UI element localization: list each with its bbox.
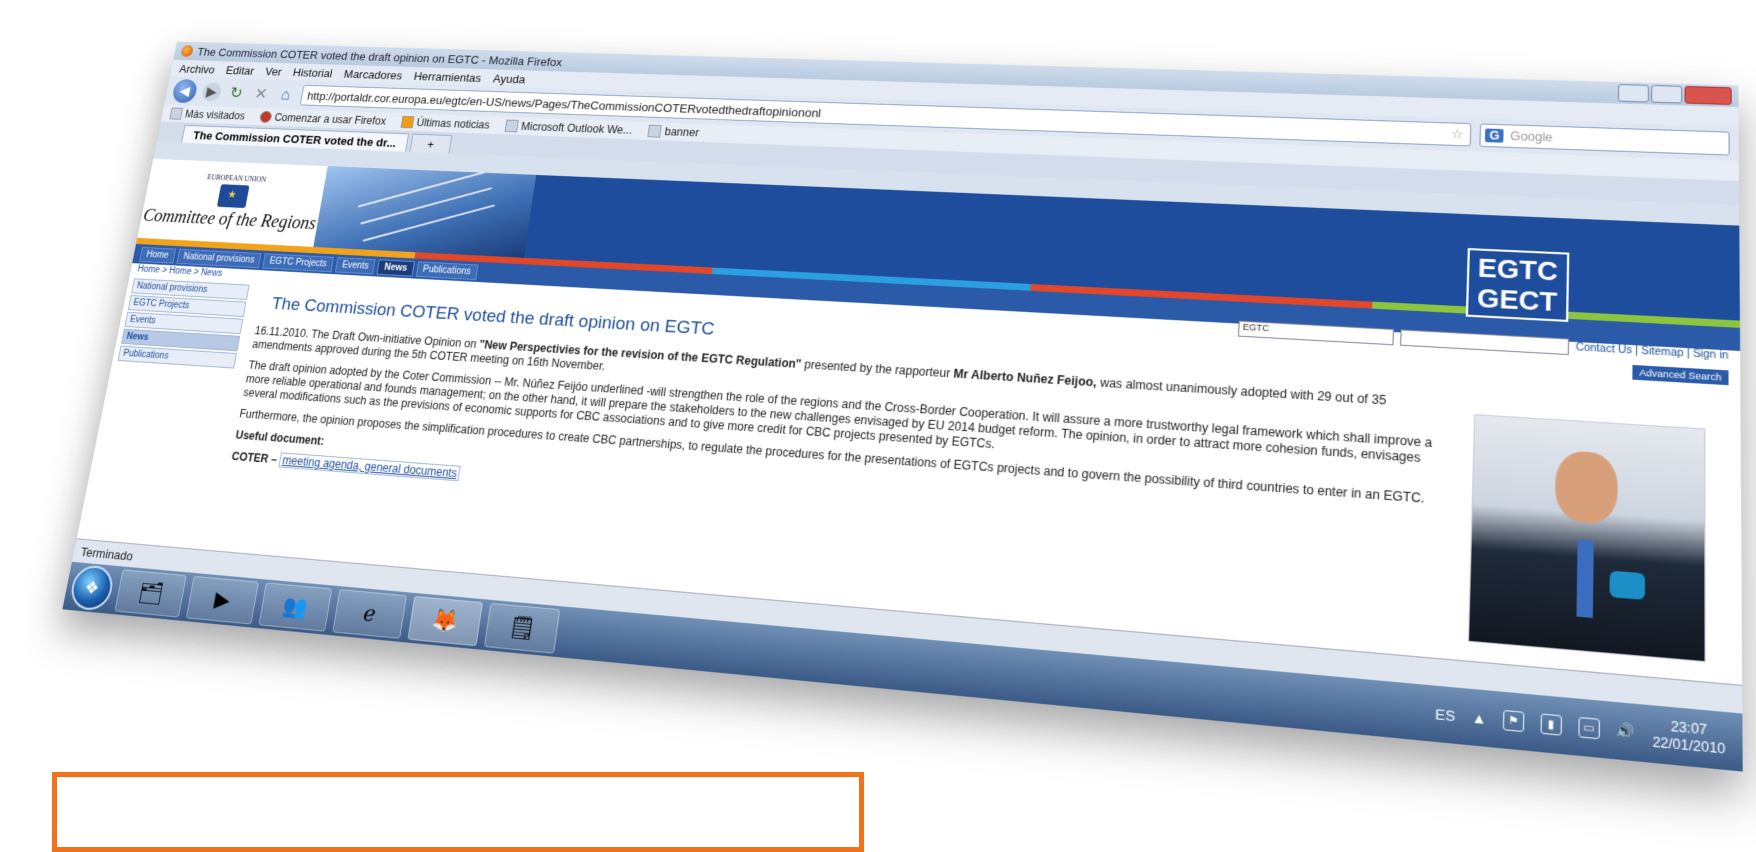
home-icon[interactable]: ⌂ [275,85,297,103]
stop-icon[interactable]: ✕ [250,85,272,103]
coter-prefix: COTER – [230,449,279,467]
battery-icon[interactable]: ▮ [1540,713,1562,736]
search-placeholder: Google [1510,129,1553,145]
menu-historial[interactable]: Historial [292,65,333,79]
left-navigation: National provisions EGTC Projects Events… [117,278,250,370]
bookmark-label: Comenzar a usar Firefox [273,111,387,128]
nav-egtc-projects[interactable]: EGTC Projects [262,252,335,272]
menu-ayuda[interactable]: Ayuda [492,72,526,86]
bookmark-label: banner [663,125,700,140]
firefox-window: The Commission COTER voted the draft opi… [62,41,1743,772]
screenshot-stage: The Commission COTER voted the draft opi… [0,0,1756,852]
nav-home[interactable]: Home [139,246,176,264]
search-box[interactable]: G Google [1479,123,1730,156]
bridge-photo [313,166,537,258]
site-logo[interactable]: EUROPEAN UNION Committee of the Regions [137,158,328,247]
microphone-shape [1609,570,1646,600]
rss-icon [400,115,415,129]
notepad-icon[interactable]: 🗒 [483,602,561,654]
person-head-shape [1554,449,1618,526]
tab-active[interactable]: The Commission COTER voted the dr... [181,124,410,152]
maximize-button[interactable] [1651,84,1683,104]
forward-button[interactable]: ▶ [200,82,223,102]
egtc-line1: EGTC [1477,252,1559,287]
media-player-icon[interactable]: ▶ [185,575,259,625]
rapporteur-photo [1467,414,1706,663]
google-search-engine-icon[interactable]: G [1484,128,1505,143]
person-tie-shape [1576,539,1594,618]
menu-marcadores[interactable]: Marcadores [343,67,403,82]
eu-flag-icon [216,184,250,209]
action-center-icon[interactable]: ⚑ [1502,709,1525,733]
bookmark-label: Microsoft Outlook We... [520,120,634,137]
volume-icon[interactable]: 🔊 [1616,721,1636,741]
nav-publications[interactable]: Publications [415,260,479,280]
bookmark-banner[interactable]: banner [647,124,700,140]
orange-callout-box [52,772,864,852]
firefox-icon[interactable]: 🦊 [407,595,483,647]
page-icon [647,124,662,138]
reload-icon[interactable]: ↻ [226,84,247,102]
new-tab-button[interactable]: + [409,133,453,154]
nav-events[interactable]: Events [334,256,377,275]
folder-icon[interactable]: 🗂 [114,569,187,618]
eu-label: EUROPEAN UNION [206,173,267,184]
windows-logo-icon: ❖ [83,577,101,598]
article-bold-text: Mr Alberto Nuñez Feijoo, [952,366,1098,390]
back-button[interactable]: ◀ [171,79,199,104]
bookmark-label: Últimas noticias [415,116,491,132]
bookmark-icon [169,107,184,120]
start-button[interactable]: ❖ [67,564,116,612]
bookmark-most-visited[interactable]: Más visitados [169,107,246,123]
clock[interactable]: 23:07 22/01/2010 [1652,717,1725,758]
internet-explorer-icon[interactable]: ℯ [332,589,407,639]
bookmark-getting-started[interactable]: Comenzar a usar Firefox [258,110,387,128]
page-icon [504,119,519,133]
bookmark-latest-news[interactable]: Últimas noticias [400,115,491,132]
bookmark-label: Más visitados [184,108,246,123]
minimize-button[interactable] [1617,84,1649,103]
status-text: Terminado [79,544,135,563]
network-icon[interactable]: ▭ [1578,716,1600,740]
egtc-logo: EGTC GECT [1465,248,1570,322]
tilted-screenshot: The Commission COTER voted the draft opi… [62,41,1743,772]
back-arrow-icon: ◀ [178,84,192,99]
close-button[interactable] [1684,85,1732,105]
nav-news[interactable]: News [376,258,415,277]
bookmark-star-icon[interactable]: ☆ [1451,126,1464,142]
language-indicator[interactable]: ES [1435,705,1456,724]
menu-ver[interactable]: Ver [264,65,282,78]
window-controls [1617,84,1739,105]
egtc-line2: GECT [1476,282,1558,318]
advanced-search-link[interactable]: Advanced Search [1632,364,1729,386]
menu-herramientas[interactable]: Herramientas [413,69,482,84]
nav-national-provisions[interactable]: National provisions [176,248,262,268]
firefox-icon [180,44,194,57]
logo-name: Committee of the Regions [141,205,318,234]
forward-arrow-icon: ▶ [205,85,219,100]
article-text: presented by the rapporteur [800,357,955,381]
menu-archivo[interactable]: Archivo [178,62,216,76]
messenger-icon[interactable]: 👥 [258,582,333,632]
firefox-bookmark-icon [258,110,273,124]
show-hidden-icons-icon[interactable]: ▲ [1471,709,1486,727]
menu-editar[interactable]: Editar [225,63,255,76]
bookmark-outlook[interactable]: Microsoft Outlook We... [504,119,634,137]
